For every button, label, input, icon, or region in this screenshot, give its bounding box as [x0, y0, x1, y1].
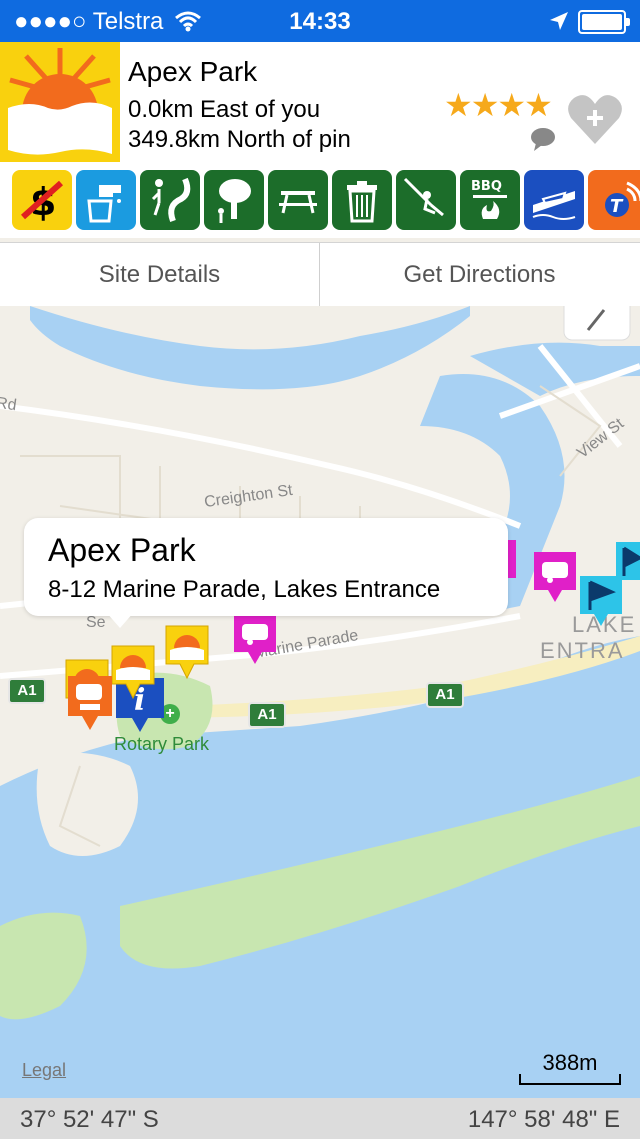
legal-link[interactable]: Legal: [22, 1060, 66, 1081]
no-fee-icon: $: [12, 170, 72, 230]
site-name: Apex Park: [128, 56, 258, 87]
callout-address: 8-12 Marine Parade, Lakes Entrance: [48, 576, 441, 603]
callout-title: Apex Park: [48, 532, 196, 568]
playground-swing-icon: [396, 170, 456, 230]
caravan-park-pin-icon[interactable]: [532, 550, 578, 604]
flag-pin-icon[interactable]: [614, 540, 640, 594]
svg-text:BBQ: BBQ: [471, 179, 502, 194]
walking-track-icon: [140, 170, 200, 230]
picnic-table-icon: [268, 170, 328, 230]
location-arrow-icon: [550, 12, 568, 30]
site-header: Apex Park 0.0km East of you 349.8km Nort…: [0, 42, 640, 166]
tab-site-details[interactable]: Site Details: [0, 243, 319, 307]
sunrise-logo-icon: [8, 48, 112, 155]
action-tabs: Site Details Get Directions: [0, 242, 640, 308]
place-label-town: ENTRA: [540, 638, 625, 663]
road-label: Rd: [0, 394, 18, 415]
dump-point-pin-icon[interactable]: [66, 674, 114, 732]
rating-stars: ★★★★: [444, 87, 553, 123]
latitude-readout: 37° 52' 47" S: [20, 1106, 159, 1133]
water-tap-icon: [76, 170, 136, 230]
place-label-rotary-park: Rotary Park: [114, 734, 210, 754]
rubbish-bin-icon: [332, 170, 392, 230]
boat-ramp-icon: [524, 170, 584, 230]
map-scale-label: 388m: [542, 1050, 598, 1075]
bbq-icon: BBQ: [460, 170, 520, 230]
map-callout[interactable]: Apex Park 8-12 Marine Parade, Lakes Entr…: [24, 518, 508, 616]
rest-area-pin-icon[interactable]: [164, 624, 210, 680]
map-view[interactable]: Rd Creighton St View St Marine Parade Se…: [0, 306, 640, 1098]
status-bar: ●●●●○ Telstra 14:33: [0, 0, 640, 42]
amenities-bar: $ BBQ T: [0, 166, 640, 238]
distance-from-pin: 349.8km North of pin: [128, 126, 351, 153]
comment-icon[interactable]: [530, 126, 556, 152]
telstra-signal-icon: T: [588, 170, 640, 230]
shade-tree-icon: [204, 170, 264, 230]
caravan-park-pin-icon[interactable]: [232, 612, 278, 666]
distance-from-user: 0.0km East of you: [128, 96, 321, 123]
coordinates-bar: 37° 52' 47" S 147° 58' 48" E: [0, 1098, 640, 1139]
road-shield: A1: [426, 682, 464, 708]
battery-icon: [578, 10, 630, 34]
road-label: Se: [86, 614, 106, 631]
road-shield: A1: [8, 678, 46, 704]
status-time: 14:33: [289, 8, 351, 35]
longitude-readout: 147° 58' 48" E: [467, 1106, 620, 1133]
road-shield: A1: [248, 702, 286, 728]
rest-area-pin-icon[interactable]: [110, 644, 156, 700]
svg-text:T: T: [610, 196, 624, 217]
site-logo: [0, 42, 120, 162]
favourite-heart-icon[interactable]: [566, 90, 624, 148]
callout-pointer: [106, 612, 134, 628]
tab-get-directions[interactable]: Get Directions: [320, 243, 639, 307]
map-scale-bar: [519, 1074, 621, 1085]
